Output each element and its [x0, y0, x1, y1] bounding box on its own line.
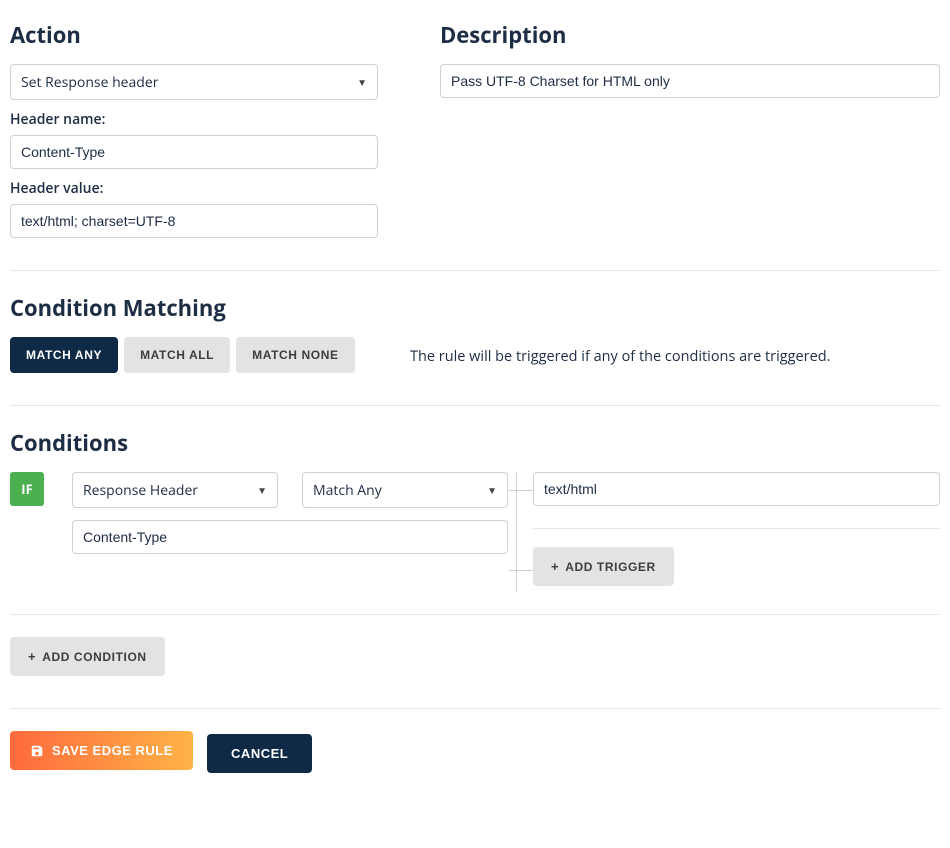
divider: [10, 708, 940, 709]
plus-icon: +: [551, 559, 559, 574]
add-condition-label: ADD CONDITION: [42, 650, 146, 664]
condition-header-field-input[interactable]: [72, 520, 508, 554]
action-select[interactable]: Set Response header ▼: [10, 64, 378, 100]
conditions-heading: Conditions: [10, 428, 940, 458]
add-condition-button[interactable]: + ADD CONDITION: [10, 637, 165, 676]
connector-tick: [509, 570, 533, 571]
divider: [533, 528, 940, 529]
condition-match-value: Match Any: [313, 481, 382, 500]
description-heading: Description: [440, 20, 940, 50]
save-label: SAVE EDGE RULE: [52, 743, 173, 758]
connector-tick: [509, 490, 533, 491]
condition-source-select[interactable]: Response Header ▼: [72, 472, 278, 508]
plus-icon: +: [28, 649, 36, 664]
header-value-label: Header value:: [10, 179, 410, 198]
match-none-button[interactable]: MATCH NONE: [236, 337, 354, 373]
action-select-value: Set Response header: [21, 73, 158, 92]
caret-down-icon: ▼: [357, 75, 367, 89]
add-trigger-button[interactable]: + ADD TRIGGER: [533, 547, 674, 586]
action-heading: Action: [10, 20, 410, 50]
match-all-button[interactable]: MATCH ALL: [124, 337, 230, 373]
condition-row: IF Response Header ▼ Match Any ▼ + ADD: [10, 472, 940, 592]
caret-down-icon: ▼: [487, 483, 497, 497]
header-value-input[interactable]: [10, 204, 378, 238]
caret-down-icon: ▼: [257, 483, 267, 497]
header-name-label: Header name:: [10, 110, 410, 129]
condition-match-select[interactable]: Match Any ▼: [302, 472, 508, 508]
condition-matching-group: MATCH ANY MATCH ALL MATCH NONE: [10, 337, 410, 373]
save-icon: [30, 744, 44, 758]
add-trigger-label: ADD TRIGGER: [565, 560, 656, 574]
save-edge-rule-button[interactable]: SAVE EDGE RULE: [10, 731, 193, 770]
if-badge: IF: [10, 472, 44, 506]
condition-matching-description: The rule will be triggered if any of the…: [410, 337, 940, 373]
divider: [10, 405, 940, 406]
condition-matching-heading: Condition Matching: [10, 293, 940, 323]
description-input[interactable]: [440, 64, 940, 98]
match-any-button[interactable]: MATCH ANY: [10, 337, 118, 373]
trigger-value-input[interactable]: [533, 472, 940, 506]
divider: [10, 614, 940, 615]
header-name-input[interactable]: [10, 135, 378, 169]
condition-source-value: Response Header: [83, 481, 198, 500]
divider: [10, 270, 940, 271]
cancel-button[interactable]: CANCEL: [207, 734, 312, 773]
